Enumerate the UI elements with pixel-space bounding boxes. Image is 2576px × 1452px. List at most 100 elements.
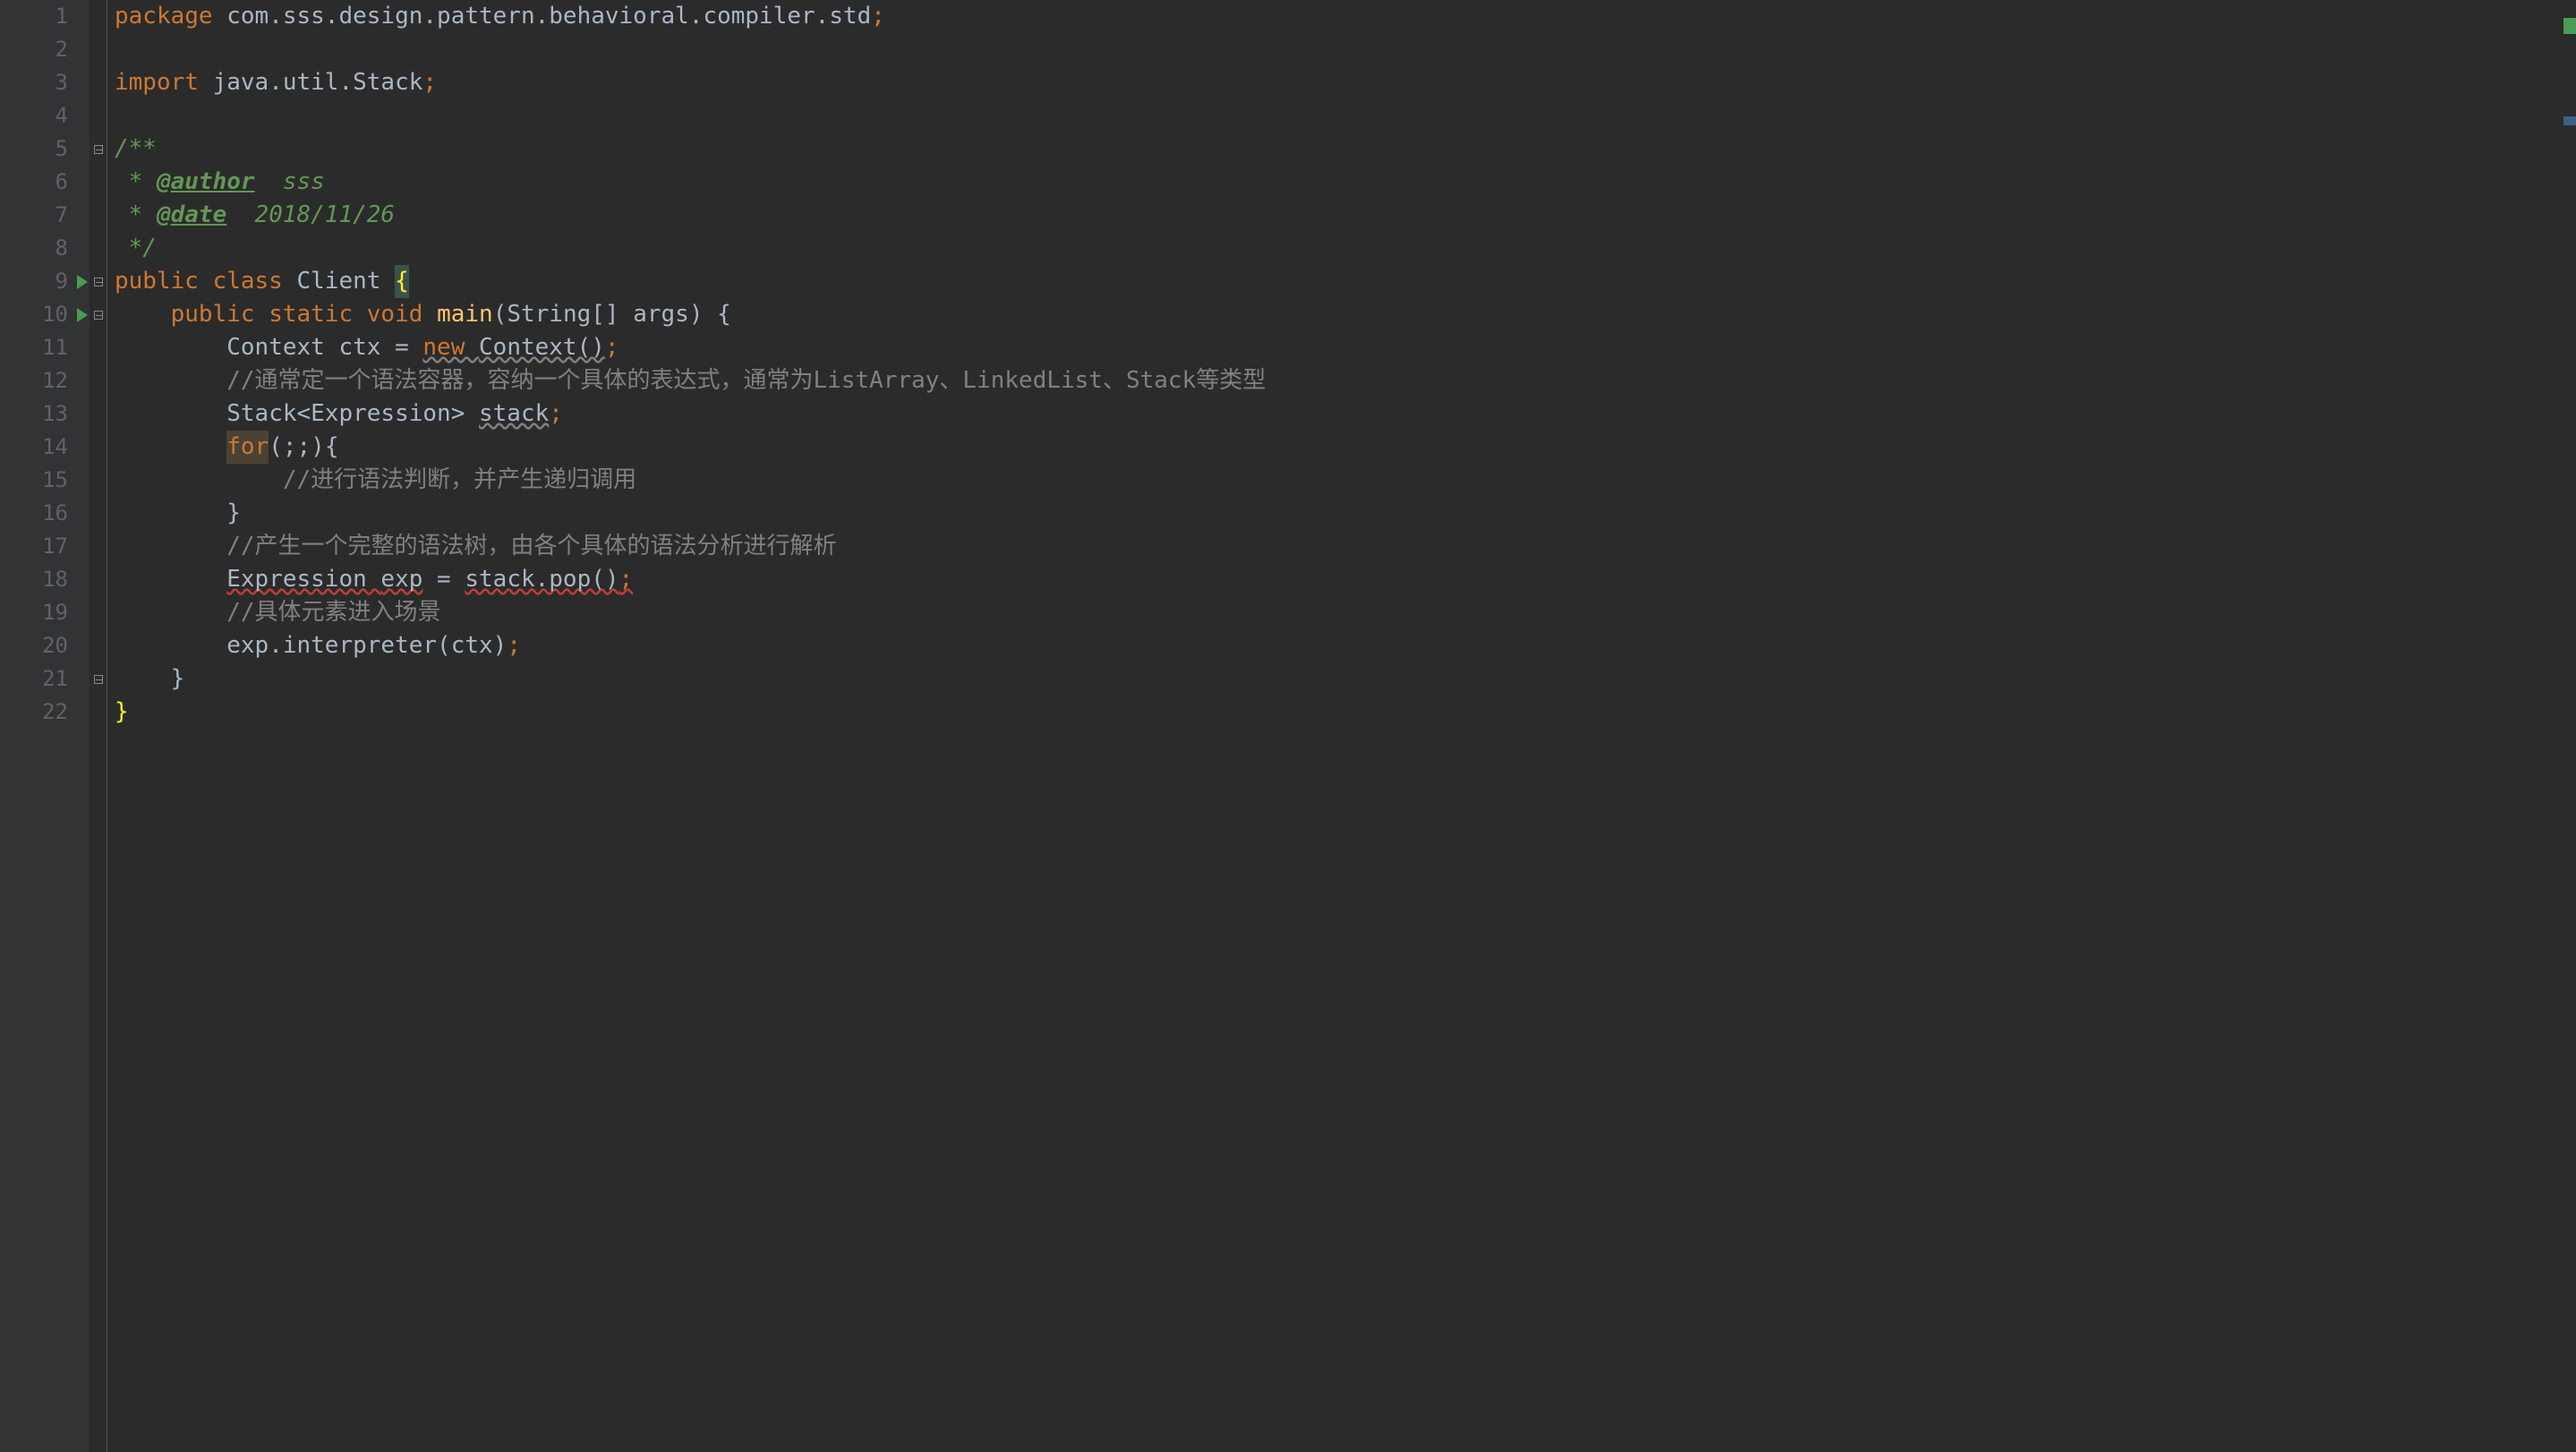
javadoc-text: sss bbox=[255, 166, 325, 199]
code-line[interactable]: public static void main(String[] args) { bbox=[115, 298, 2576, 331]
method-call: exp.interpreter(ctx) bbox=[226, 629, 507, 662]
code-line[interactable]: /** bbox=[115, 132, 2576, 166]
code-line[interactable]: public class Client { bbox=[115, 265, 2576, 298]
indent bbox=[115, 397, 226, 431]
code-line[interactable]: Expression exp = stack.pop(); bbox=[115, 563, 2576, 596]
code-line[interactable]: } bbox=[115, 662, 2576, 696]
gutter-row[interactable]: 6 bbox=[0, 166, 90, 199]
code-line[interactable]: //通常定一个语法容器，容纳一个具体的表达式，通常为ListArray、Link… bbox=[115, 364, 2576, 397]
gutter-row[interactable]: 8 bbox=[0, 232, 90, 265]
indent bbox=[115, 596, 226, 629]
gutter-row[interactable]: 2 bbox=[0, 33, 90, 66]
variable: exp bbox=[380, 563, 422, 596]
code-line[interactable]: //具体元素进入场景 bbox=[115, 596, 2576, 629]
code-line[interactable]: exp.interpreter(ctx); bbox=[115, 629, 2576, 662]
gutter-row[interactable]: 9 bbox=[0, 265, 90, 298]
line-number: 12 bbox=[42, 364, 68, 397]
code-line[interactable]: package com.sss.design.pattern.behaviora… bbox=[115, 0, 2576, 33]
gutter-row[interactable]: 14 bbox=[0, 431, 90, 464]
brace: } bbox=[226, 497, 241, 530]
line-comment: //通常定一个语法容器，容纳一个具体的表达式，通常为ListArray、Link… bbox=[226, 364, 1266, 397]
keyword-void: void bbox=[367, 298, 437, 331]
gutter-row[interactable]: 17 bbox=[0, 530, 90, 563]
code-area[interactable]: package com.sss.design.pattern.behaviora… bbox=[107, 0, 2576, 1452]
status-marker-info-icon[interactable] bbox=[2563, 116, 2576, 125]
javadoc-text: 2018/11/26 bbox=[226, 199, 395, 232]
type: Expression bbox=[226, 563, 380, 596]
code-line[interactable]: //产生一个完整的语法树，由各个具体的语法分析进行解析 bbox=[115, 530, 2576, 563]
run-icon[interactable] bbox=[77, 308, 88, 322]
indent bbox=[115, 464, 283, 497]
gutter-row[interactable]: 21 bbox=[0, 662, 90, 696]
code-editor: 1 2 3 4 5 6 7 8 9 10 11 12 13 14 15 16 1… bbox=[0, 0, 2576, 1452]
declaration: Context ctx = bbox=[226, 331, 422, 364]
code-line[interactable]: * @author sss bbox=[115, 166, 2576, 199]
type-decl: Stack<Expression> bbox=[226, 397, 479, 431]
gutter-row[interactable]: 18 bbox=[0, 563, 90, 596]
params: (String[] args) { bbox=[493, 298, 731, 331]
javadoc-star: * bbox=[115, 199, 157, 232]
javadoc: */ bbox=[115, 232, 157, 265]
fold-icon[interactable] bbox=[94, 311, 103, 320]
error-stripe[interactable] bbox=[2565, 0, 2576, 1452]
gutter-row[interactable]: 13 bbox=[0, 397, 90, 431]
line-number: 4 bbox=[55, 99, 68, 132]
gutter-row[interactable]: 19 bbox=[0, 596, 90, 629]
line-number: 15 bbox=[42, 464, 68, 497]
line-number: 3 bbox=[55, 66, 68, 99]
gutter-row[interactable]: 5 bbox=[0, 132, 90, 166]
gutter-row[interactable]: 11 bbox=[0, 331, 90, 364]
fold-icon[interactable] bbox=[94, 145, 103, 154]
class-name: Client bbox=[297, 265, 396, 298]
indent bbox=[115, 530, 226, 563]
code-line[interactable]: } bbox=[115, 696, 2576, 729]
keyword-new: new bbox=[422, 331, 479, 364]
status-marker-ok-icon[interactable] bbox=[2563, 18, 2576, 34]
gutter-row[interactable]: 20 bbox=[0, 629, 90, 662]
code-line[interactable]: Stack<Expression> stack; bbox=[115, 397, 2576, 431]
line-number: 18 bbox=[42, 563, 68, 596]
fold-icon[interactable] bbox=[94, 675, 103, 684]
semicolon: ; bbox=[619, 563, 634, 596]
line-number: 14 bbox=[42, 431, 68, 464]
gutter-row[interactable]: 7 bbox=[0, 199, 90, 232]
gutter-row[interactable]: 22 bbox=[0, 696, 90, 729]
line-number: 21 bbox=[42, 662, 68, 696]
indent bbox=[115, 331, 226, 364]
gutter-row[interactable]: 15 bbox=[0, 464, 90, 497]
gutter-row[interactable]: 3 bbox=[0, 66, 90, 99]
method-call: stack.pop() bbox=[465, 563, 618, 596]
code-line[interactable]: * @date 2018/11/26 bbox=[115, 199, 2576, 232]
line-number: 7 bbox=[55, 199, 68, 232]
line-number: 1 bbox=[55, 0, 68, 33]
code-line[interactable]: import java.util.Stack; bbox=[115, 66, 2576, 99]
method-name: main bbox=[437, 298, 493, 331]
gutter-row[interactable]: 16 bbox=[0, 497, 90, 530]
code-line[interactable] bbox=[115, 33, 2576, 66]
indent bbox=[115, 431, 226, 464]
line-number: 20 bbox=[42, 629, 68, 662]
gutter-row[interactable]: 4 bbox=[0, 99, 90, 132]
semicolon: ; bbox=[507, 629, 521, 662]
indent bbox=[115, 497, 226, 530]
variable: stack bbox=[479, 397, 549, 431]
javadoc-star: * bbox=[115, 166, 157, 199]
code-line[interactable]: Context ctx = new Context(); bbox=[115, 331, 2576, 364]
code-line[interactable]: } bbox=[115, 497, 2576, 530]
gutter-row[interactable]: 1 bbox=[0, 0, 90, 33]
indent bbox=[115, 298, 171, 331]
keyword: import bbox=[115, 66, 213, 99]
code-line[interactable]: */ bbox=[115, 232, 2576, 265]
line-number: 17 bbox=[42, 530, 68, 563]
fold-gutter bbox=[90, 0, 107, 1452]
code-line[interactable]: //进行语法判断，并产生递归调用 bbox=[115, 464, 2576, 497]
for-clause: (;;){ bbox=[269, 431, 338, 464]
fold-icon[interactable] bbox=[94, 278, 103, 286]
gutter-row[interactable]: 12 bbox=[0, 364, 90, 397]
code-line[interactable] bbox=[115, 99, 2576, 132]
indent bbox=[115, 629, 226, 662]
gutter-row[interactable]: 10 bbox=[0, 298, 90, 331]
code-line[interactable]: for(;;){ bbox=[115, 431, 2576, 464]
brace: } bbox=[171, 662, 185, 696]
run-icon[interactable] bbox=[77, 275, 88, 289]
